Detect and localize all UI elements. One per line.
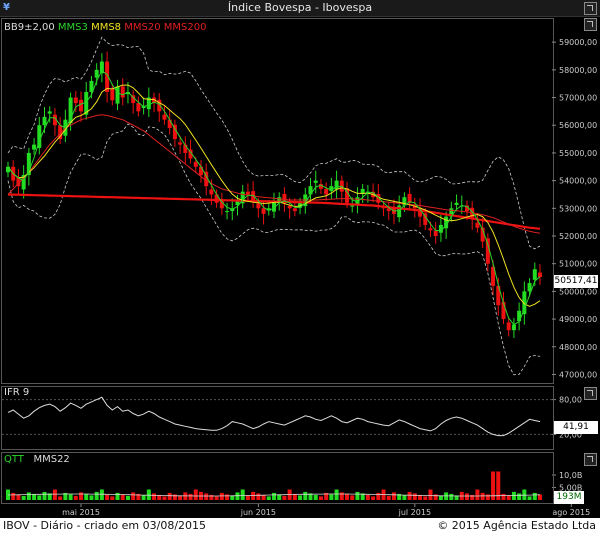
qtt-legend: QTT MMS22: [4, 454, 70, 465]
price-y-tick-label: 56000,00: [559, 121, 597, 130]
candle-body: [32, 144, 37, 150]
candle-body: [94, 69, 99, 78]
x-tick-label: jun 2015: [240, 508, 276, 517]
candle-body: [167, 119, 172, 128]
candle-body: [115, 86, 120, 104]
price-y-tick-label: 50000,00: [559, 287, 597, 296]
candle-body: [225, 211, 230, 213]
candle-body: [287, 206, 292, 209]
x-tick-label: jul 2015: [398, 508, 431, 517]
qtt-panel-maximize-icon[interactable]: [584, 453, 597, 466]
ifr-panel: [1, 386, 554, 450]
candle-body: [162, 114, 167, 120]
candle-body: [517, 310, 522, 322]
candle-body: [324, 188, 329, 195]
candle-body: [506, 322, 511, 331]
candle-body: [433, 230, 438, 236]
last-price-badge: 50517,41: [554, 275, 598, 288]
price-y-tick-label: 49000,00: [559, 315, 597, 324]
candle-body: [292, 208, 297, 212]
bollinger-lower-line: [7, 123, 541, 376]
x-tick-label: ago 2015: [552, 508, 590, 517]
candle-body: [511, 324, 516, 331]
ifr-y-tick-label: 80,00: [559, 396, 582, 405]
last-qtt-badge: 193M: [554, 491, 584, 504]
candle-body: [42, 116, 47, 126]
footer: IBOV - Diário - criado em 03/08/2015 © 2…: [0, 518, 600, 534]
price-y-tick-label: 57000,00: [559, 94, 597, 103]
ifr-panel-maximize-icon[interactable]: [584, 387, 597, 400]
price-y-tick-label: 47000,00: [559, 370, 597, 379]
candle-body: [79, 99, 84, 112]
candle-body: [313, 180, 318, 183]
candle-body: [256, 203, 261, 209]
price-y-tick-label: 53000,00: [559, 204, 597, 213]
candle-body: [350, 205, 355, 207]
price-y-tick-label: 55000,00: [559, 149, 597, 158]
x-tick-label: mai 2015: [62, 508, 100, 517]
candle-body: [178, 142, 183, 145]
candle-body: [73, 97, 78, 104]
candle-body: [245, 191, 250, 195]
legend-mms22: MMS22: [33, 454, 70, 465]
price-y-tick-label: 51000,00: [559, 260, 597, 269]
footer-left: IBOV - Diário - criado em 03/08/2015: [3, 519, 207, 532]
candle-body: [261, 208, 266, 214]
candle-body: [198, 166, 203, 176]
price-y-tick-label: 58000,00: [559, 66, 597, 75]
candle-body: [454, 202, 459, 205]
ifr-legend: IFR 9: [4, 387, 30, 398]
candle-body: [532, 269, 537, 280]
candle-body: [110, 88, 115, 101]
candle-body: [209, 189, 214, 195]
footer-right: © 2015 Agência Estado Ltda: [437, 519, 596, 532]
price-y-tick-label: 59000,00: [559, 38, 597, 47]
qtt-y-tick-label: 10,0B: [559, 471, 582, 480]
price-y-tick-label: 48000,00: [559, 343, 597, 352]
candle-body: [136, 103, 141, 112]
qtt-panel: [1, 452, 554, 504]
candle-body: [475, 222, 480, 228]
candle-body: [120, 86, 125, 98]
last-ifr-badge: 41,91: [554, 421, 598, 434]
price-y-tick-label: 52000,00: [559, 232, 597, 241]
candle-body: [193, 161, 198, 167]
legend-qtt: QTT: [4, 454, 24, 465]
candle-body: [428, 228, 433, 231]
candle-body: [538, 272, 542, 278]
candle-body: [47, 111, 52, 114]
price-y-tick-label: 54000,00: [559, 177, 597, 186]
